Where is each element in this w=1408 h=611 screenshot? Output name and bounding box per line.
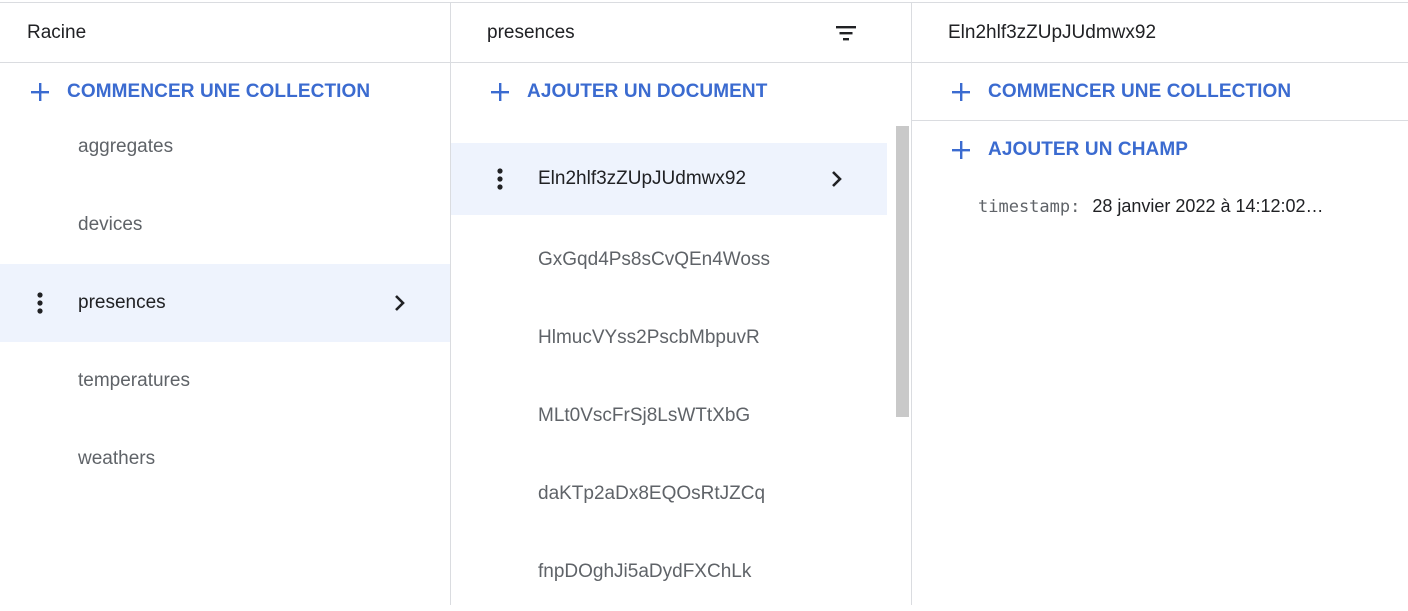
- root-panel-title: Racine: [27, 21, 87, 43]
- field-key: timestamp: [978, 197, 1071, 217]
- chevron-right-icon: [832, 171, 842, 187]
- plus-icon: [952, 141, 970, 159]
- plus-icon: [491, 83, 509, 101]
- document-field-timestamp[interactable]: timestamp : 28 janvier 2022 à 14:12:02…: [978, 196, 1324, 217]
- document-item-id: GxGqd4Ps8sCvQEn4Woss: [538, 249, 770, 270]
- collection-item-weathers[interactable]: weathers: [0, 420, 450, 498]
- field-separator: :: [1070, 197, 1081, 217]
- document-panel: Eln2hlf3zZUpJUdmwx92 COMMENCER UNE COLLE…: [912, 3, 1408, 605]
- collection-item-label: presences: [78, 292, 166, 313]
- collection-item-label: weathers: [78, 448, 156, 469]
- collection-item-presences[interactable]: presences: [0, 264, 450, 342]
- collection-item-aggregates[interactable]: aggregates: [0, 108, 450, 186]
- add-field-label: AJOUTER UN CHAMP: [988, 139, 1189, 160]
- document-item[interactable]: fnpDOghJi5aDydFXChLk: [451, 533, 887, 611]
- start-collection-label: COMMENCER UNE COLLECTION: [67, 81, 371, 102]
- start-subcollection-label: COMMENCER UNE COLLECTION: [988, 80, 1292, 102]
- document-item-id: Eln2hlf3zZUpJUdmwx92: [538, 168, 747, 189]
- add-document-label: AJOUTER UN DOCUMENT: [527, 81, 768, 102]
- add-document-button[interactable]: AJOUTER UN DOCUMENT: [451, 63, 911, 121]
- collection-item-temperatures[interactable]: temperatures: [0, 342, 450, 420]
- document-panel-header: Eln2hlf3zZUpJUdmwx92: [912, 3, 1408, 63]
- chevron-right-icon: [395, 295, 405, 311]
- document-panel-title: Eln2hlf3zZUpJUdmwx92: [948, 21, 1157, 43]
- document-item-id: MLt0VscFrSj8LsWTtXbG: [538, 405, 751, 426]
- collection-panel-title: presences: [487, 21, 575, 43]
- collection-item-label: aggregates: [78, 136, 174, 157]
- document-item-id: HlmucVYss2PscbMbpuvR: [538, 327, 760, 348]
- more-vert-icon[interactable]: [37, 292, 43, 314]
- add-field-button[interactable]: AJOUTER UN CHAMP: [912, 121, 1408, 179]
- collection-list: aggregates devices presences temperature…: [0, 108, 450, 498]
- more-vert-icon[interactable]: [497, 168, 503, 190]
- field-value: 28 janvier 2022 à 14:12:02…: [1092, 196, 1324, 216]
- collection-panel-header: presences: [451, 3, 911, 63]
- document-item-id: daKTp2aDx8EQOsRtJZCq: [538, 483, 766, 504]
- root-panel-header: Racine: [0, 3, 450, 63]
- document-item[interactable]: HlmucVYss2PscbMbpuvR: [451, 299, 887, 377]
- document-item[interactable]: daKTp2aDx8EQOsRtJZCq: [451, 455, 887, 533]
- plus-icon: [31, 83, 49, 101]
- document-item[interactable]: MLt0VscFrSj8LsWTtXbG: [451, 377, 887, 455]
- start-subcollection-button[interactable]: COMMENCER UNE COLLECTION: [912, 63, 1408, 121]
- firestore-data-viewer: Racine COMMENCER UNE COLLECTION aggregat…: [0, 2, 1408, 605]
- plus-icon: [952, 82, 970, 101]
- collection-item-label: temperatures: [78, 370, 190, 391]
- document-list: Eln2hlf3zZUpJUdmwx92 GxGqd4Ps8sCvQEn4Wos…: [451, 143, 887, 611]
- root-panel: Racine COMMENCER UNE COLLECTION aggregat…: [0, 3, 451, 605]
- collection-panel: presences AJOUTER UN DOCUMENT Eln2hlf3zZ…: [451, 3, 912, 605]
- document-list-scrollbar[interactable]: [896, 126, 909, 417]
- collection-item-label: devices: [78, 214, 143, 235]
- document-item[interactable]: Eln2hlf3zZUpJUdmwx92: [451, 143, 887, 215]
- document-item-id: fnpDOghJi5aDydFXChLk: [538, 561, 752, 582]
- filter-list-icon[interactable]: [835, 25, 857, 41]
- document-item[interactable]: GxGqd4Ps8sCvQEn4Woss: [451, 221, 887, 299]
- collection-item-devices[interactable]: devices: [0, 186, 450, 264]
